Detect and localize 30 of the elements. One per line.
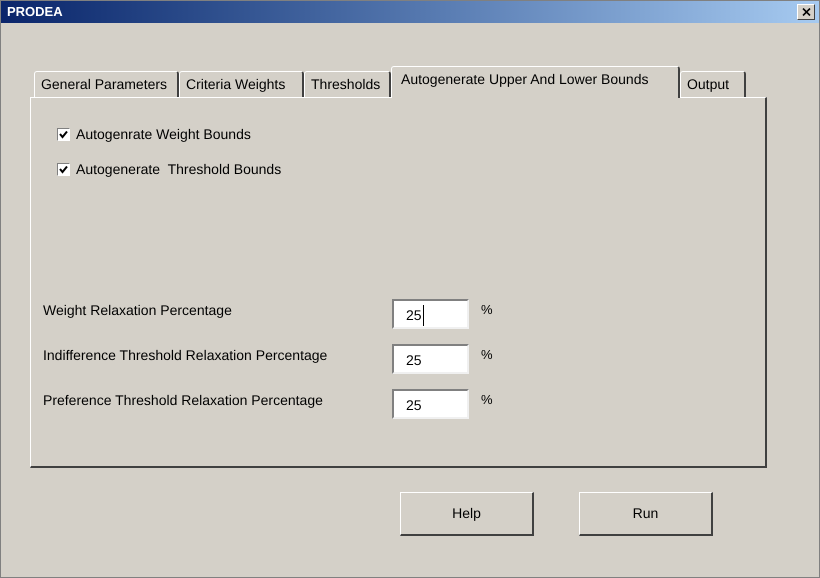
checkbox[interactable] (57, 162, 70, 176)
checkbox-row[interactable]: Autogenerate Threshold Bounds (57, 159, 765, 179)
tab[interactable]: Output (680, 71, 746, 97)
window-title: PRODEA (7, 3, 63, 22)
close-button[interactable] (797, 4, 815, 20)
checkbox[interactable] (57, 128, 70, 140)
input-field[interactable]: 25 (392, 389, 469, 419)
tab[interactable]: General Parameters (34, 71, 179, 97)
input-value: 25 (406, 351, 422, 370)
unit-label: % (481, 391, 493, 409)
input-field[interactable]: 25 (392, 299, 469, 329)
field-label: Indifference Threshold Relaxation Percentage (43, 346, 328, 365)
checkbox-label: Autogenerate Threshold Bounds (76, 160, 282, 179)
checkmark-icon (59, 164, 68, 174)
unit-label: % (481, 301, 493, 319)
dialog-button[interactable]: Run (579, 492, 713, 536)
input-value: 25 (406, 396, 422, 415)
input-value: 25 (406, 305, 424, 326)
input-field[interactable]: 25 (392, 344, 469, 374)
field-label: Weight Relaxation Percentage (43, 301, 233, 320)
tab[interactable]: Criteria Weights (179, 71, 304, 97)
checkmark-icon (59, 130, 68, 138)
field-label: Preference Threshold Relaxation Percentage (43, 391, 324, 410)
checkbox-label: Autogenrate Weight Bounds (76, 124, 251, 144)
close-icon (802, 8, 810, 16)
unit-label: % (481, 346, 493, 364)
tab[interactable]: Thresholds (304, 71, 391, 97)
dialog-button[interactable]: Help (400, 492, 534, 536)
tab[interactable]: Autogenerate Upper And Lower Bounds (391, 66, 680, 98)
checkbox-row[interactable]: Autogenrate Weight Bounds (57, 124, 765, 144)
